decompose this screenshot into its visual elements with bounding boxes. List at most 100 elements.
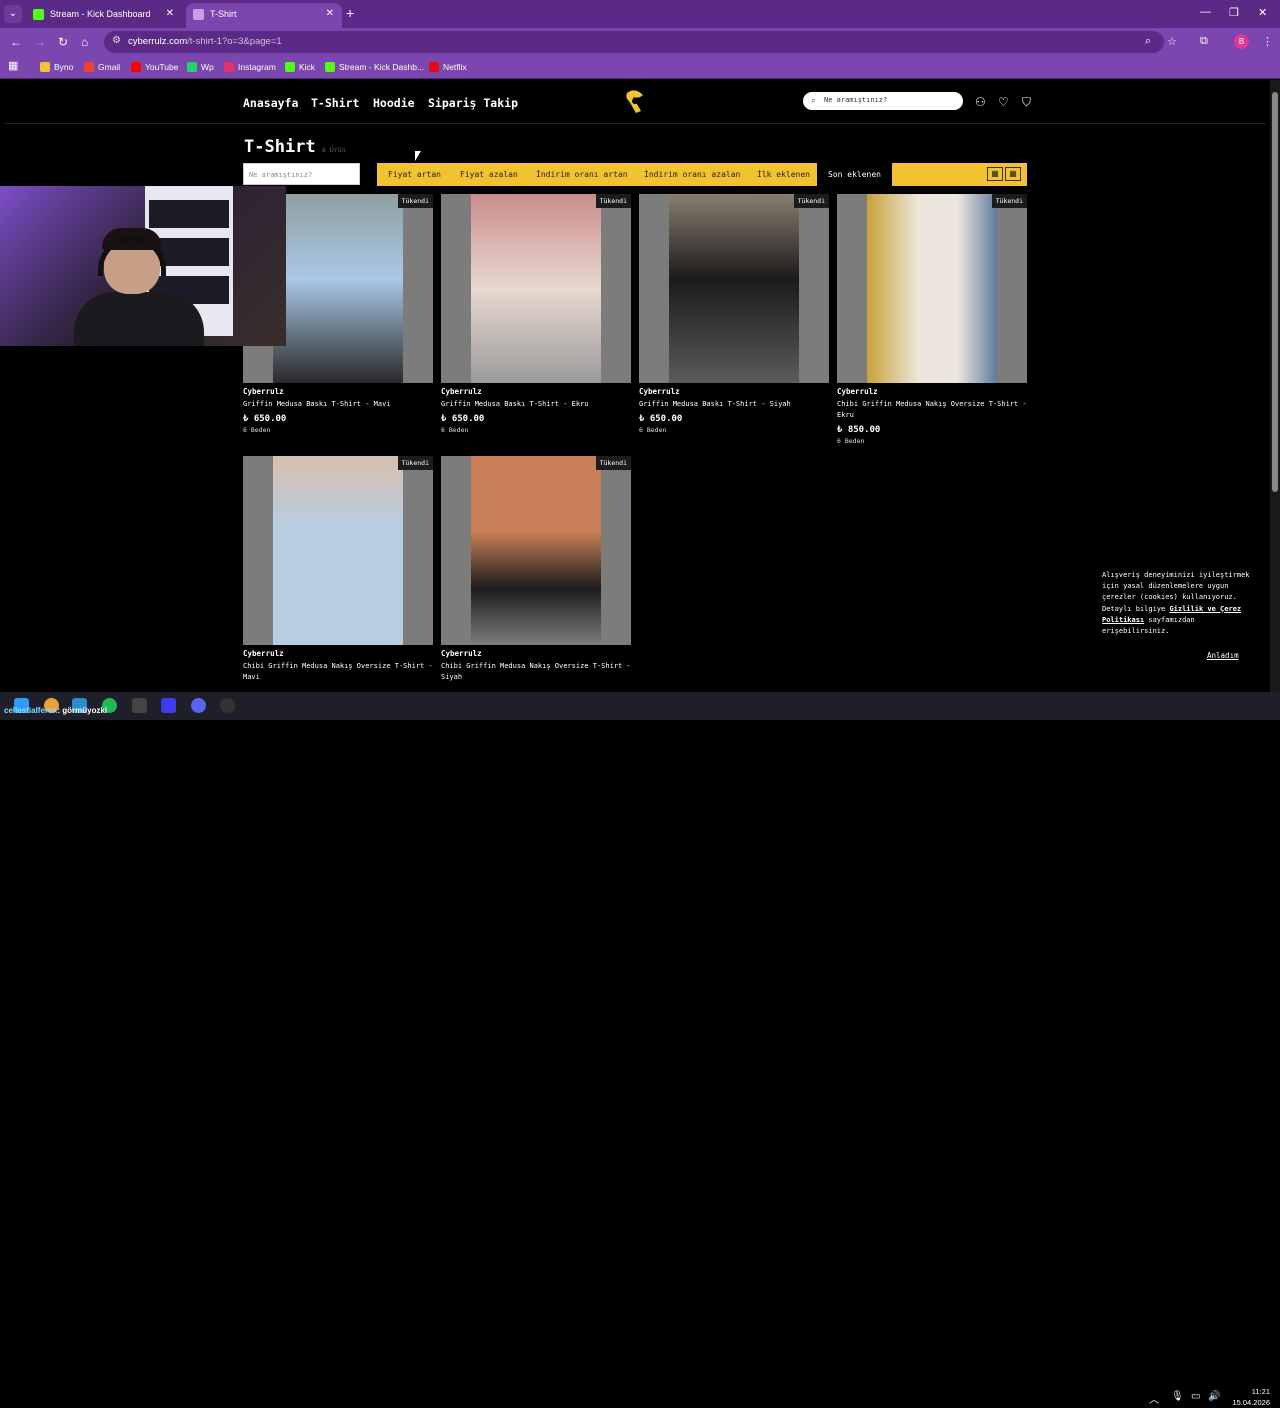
profile-avatar[interactable]: B <box>1234 34 1249 49</box>
close-tab-icon[interactable]: ✕ <box>326 3 334 25</box>
product-image[interactable]: Tükendi <box>243 456 433 645</box>
header-divider <box>4 123 1266 124</box>
tab-tshirt[interactable]: T-Shirt ✕ <box>186 3 342 28</box>
sort-last-added[interactable]: Son eklenen <box>817 163 892 186</box>
app-icon[interactable] <box>220 698 235 713</box>
extensions-icon[interactable]: ⧉ <box>1200 35 1208 48</box>
app-icon[interactable] <box>161 698 176 713</box>
microphone-icon[interactable]: 🎙 <box>1171 1391 1184 1402</box>
sold-out-badge: Tükendi <box>397 194 433 208</box>
product-name[interactable]: Griffin Medusa Baskı T-Shirt - Mavi <box>243 399 433 410</box>
bookmarks-bar: ▦ Byno Gmail YouTube Wp Instagram Kick S… <box>0 56 1280 79</box>
product-card[interactable]: Tükendi Cyberrulz Chibi Griffin Medusa N… <box>837 194 1027 445</box>
product-image[interactable]: Tükendi <box>639 194 829 383</box>
product-image[interactable]: Tükendi <box>441 194 631 383</box>
product-photo <box>471 194 601 383</box>
account-icon[interactable]: ⚇ <box>975 95 986 109</box>
tab-title: T-Shirt <box>210 9 237 19</box>
nav-tshirt[interactable]: T-Shirt <box>311 96 359 110</box>
product-card[interactable]: Tükendi Cyberrulz Griffin Medusa Baskı T… <box>639 194 829 434</box>
scrollbar-thumb[interactable] <box>1272 92 1278 492</box>
reload-icon[interactable]: ↻ <box>58 35 68 49</box>
product-name[interactable]: Chibi Griffin Medusa Nakış Oversize T-Sh… <box>441 661 631 683</box>
tab-search-icon[interactable]: ⌄ <box>4 5 22 23</box>
webcam-overlay <box>0 186 286 346</box>
product-card[interactable]: Tükendi Cyberrulz Chibi Griffin Medusa N… <box>243 456 433 683</box>
bookmark-instagram[interactable]: Instagram <box>224 60 276 74</box>
nav-siparis-takip[interactable]: Sipariş Takip <box>428 96 518 110</box>
instagram-icon <box>224 62 234 72</box>
tray-chevron-icon[interactable]: ︿ <box>1149 1391 1159 1406</box>
forward-icon[interactable]: → <box>34 35 46 49</box>
discord-icon[interactable] <box>191 698 206 713</box>
netflix-icon <box>429 62 439 72</box>
product-sizes: 6 Beden <box>837 437 865 445</box>
home-icon[interactable]: ⌂ <box>81 35 88 49</box>
toolbar: ← → ↻ ⌂ ⚙ cyberrulz.com/t-shirt-1?o=3&pa… <box>0 28 1280 56</box>
product-name[interactable]: Griffin Medusa Baskı T-Shirt - Siyah <box>639 399 829 410</box>
bookmark-kick[interactable]: Kick <box>285 60 315 74</box>
sold-out-badge: Tükendi <box>595 194 631 208</box>
product-photo <box>273 456 403 645</box>
product-card[interactable]: Tükendi Cyberrulz Chibi Griffin Medusa N… <box>441 456 631 683</box>
nav-anasayfa[interactable]: Anasayfa <box>243 96 298 110</box>
network-icon[interactable]: ▭ <box>1191 1391 1200 1402</box>
bookmark-label: Gmail <box>98 62 121 72</box>
grid-4-icon[interactable]: ▦ <box>1005 167 1021 181</box>
product-name[interactable]: Chibi Griffin Medusa Nakış Oversize T-Sh… <box>837 399 1027 421</box>
url-host: cyberrulz.com <box>128 36 188 47</box>
taskbar-clock[interactable]: 11:21 15.04.2026 <box>1226 1386 1270 1408</box>
kick-favicon-icon <box>33 9 44 20</box>
product-image[interactable]: Tükendi <box>441 456 631 645</box>
product-card[interactable]: Tükendi Cyberrulz Griffin Medusa Baskı T… <box>441 194 631 434</box>
site-info-icon[interactable]: ⚙ <box>112 35 121 46</box>
minimize-icon[interactable]: — <box>1200 6 1211 18</box>
back-icon[interactable]: ← <box>10 35 22 49</box>
bookmark-label: Netflix <box>443 62 467 72</box>
grid-3-icon[interactable]: ▦ <box>987 167 1003 181</box>
new-tab-button[interactable]: + <box>346 5 354 21</box>
product-sizes: 6 Beden <box>639 426 667 434</box>
restore-icon[interactable]: ❐ <box>1229 6 1239 19</box>
close-window-icon[interactable]: ✕ <box>1258 6 1267 19</box>
bookmark-label: Byno <box>54 62 74 72</box>
volume-icon[interactable]: 🔊 <box>1208 1391 1220 1402</box>
bookmark-kick-dashboard[interactable]: Stream - Kick Dashb... <box>325 60 424 74</box>
cookie-notice: Alışveriş deneyiminizi iyileştirmek için… <box>1102 570 1252 637</box>
cookie-accept-button[interactable]: Anladım <box>1207 651 1239 660</box>
apps-grid-icon[interactable]: ▦ <box>8 59 18 73</box>
menu-icon[interactable]: ⋮ <box>1262 35 1273 48</box>
listing-search-input[interactable]: Ne aramıştınız? <box>243 163 360 185</box>
cyberrulz-logo[interactable] <box>623 89 647 115</box>
app-icon[interactable] <box>132 698 147 713</box>
sort-price-asc[interactable]: Fiyat artan <box>388 163 441 186</box>
site-search-input[interactable]: ⌕ Ne aramıştınız? <box>803 92 963 110</box>
taskbar: ︿ 🎙 ▭ 🔊 11:21 15.04.2026 <box>0 692 1280 1407</box>
search-placeholder: Ne aramıştınız? <box>824 96 888 104</box>
close-tab-icon[interactable]: ✕ <box>166 3 174 25</box>
cart-icon[interactable]: ⛉ <box>1022 95 1031 110</box>
sort-price-desc[interactable]: Fiyat azalan <box>460 163 518 186</box>
url-text: cyberrulz.com/t-shirt-1?o=3&page=1 <box>128 36 282 47</box>
sort-discount-asc[interactable]: İndirim oranı artan <box>536 163 628 186</box>
bookmark-gmail[interactable]: Gmail <box>84 60 120 74</box>
zoom-icon[interactable]: ⌕ <box>1145 35 1151 48</box>
sort-discount-desc[interactable]: İndirim oranı azalan <box>644 163 740 186</box>
tab-kick-dashboard[interactable]: Stream - Kick Dashboard ✕ <box>26 3 182 28</box>
bookmark-label: YouTube <box>145 62 179 72</box>
chat-user: cellestialferox <box>4 706 58 715</box>
product-image[interactable]: Tükendi <box>837 194 1027 383</box>
product-name[interactable]: Chibi Griffin Medusa Nakış Oversize T-Sh… <box>243 661 433 683</box>
sort-first-added[interactable]: İlk eklenen <box>757 163 810 186</box>
bookmark-byno[interactable]: Byno <box>40 60 73 74</box>
page-scrollbar[interactable] <box>1270 80 1280 692</box>
address-bar[interactable]: ⚙ cyberrulz.com/t-shirt-1?o=3&page=1 <box>104 31 1164 53</box>
bookmark-star-icon[interactable]: ☆ <box>1167 35 1177 48</box>
product-name[interactable]: Griffin Medusa Baskı T-Shirt - Ekru <box>441 399 631 410</box>
bookmark-wp[interactable]: Wp <box>187 60 214 74</box>
sold-out-badge: Tükendi <box>793 194 829 208</box>
bookmark-youtube[interactable]: YouTube <box>131 60 178 74</box>
bookmark-netflix[interactable]: Netflix <box>429 60 467 74</box>
wishlist-heart-icon[interactable]: ♡ <box>998 95 1009 109</box>
nav-hoodie[interactable]: Hoodie <box>373 96 415 110</box>
